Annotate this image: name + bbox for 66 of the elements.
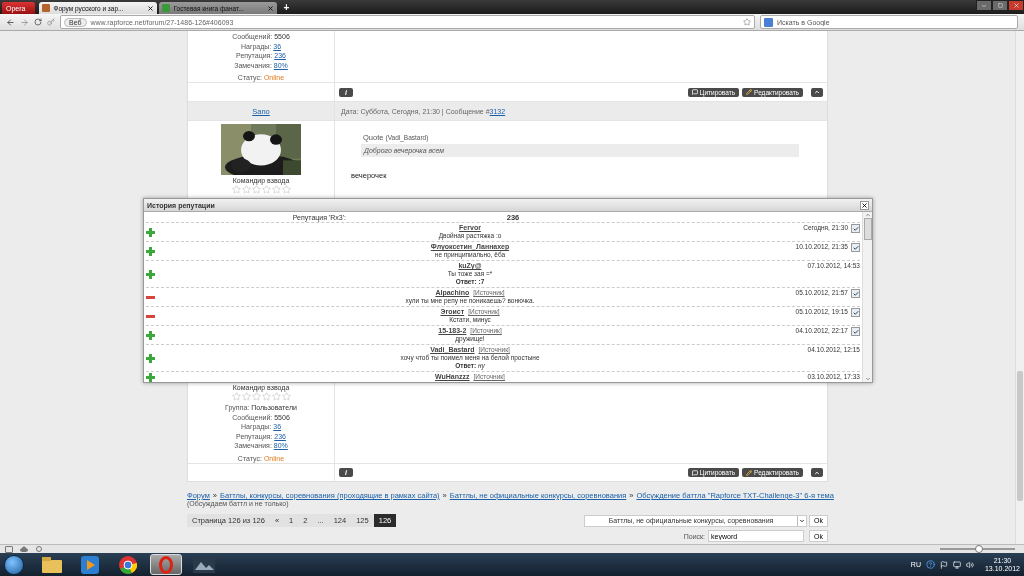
key-icon[interactable] (47, 18, 55, 26)
checkbox[interactable] (851, 224, 860, 233)
star-icon (271, 392, 281, 401)
scroll-up-icon[interactable] (864, 212, 871, 218)
close-button[interactable] (860, 200, 869, 210)
back-icon[interactable] (6, 17, 15, 27)
pencil-icon (746, 89, 753, 95)
scrollbar[interactable] (1015, 31, 1024, 544)
forward-icon[interactable] (20, 17, 29, 27)
opera-icon (159, 555, 173, 574)
star-icon (271, 185, 281, 194)
new-tab-button[interactable]: + (279, 2, 294, 14)
star-icon (261, 185, 271, 194)
chevron-up-icon (814, 89, 820, 95)
minus-icon (146, 295, 155, 299)
bookmark-star-icon[interactable] (743, 18, 751, 26)
speech-bubble-icon (691, 89, 698, 95)
speech-bubble-icon (691, 469, 698, 476)
volume-icon[interactable] (965, 560, 974, 569)
reload-icon[interactable] (34, 18, 42, 26)
chevron-up-icon (814, 469, 820, 476)
star-icon (251, 185, 261, 194)
start-button[interactable] (4, 554, 24, 575)
caret-icon (799, 517, 806, 524)
cloud-icon[interactable] (20, 546, 28, 552)
maximize-icon[interactable] (992, 0, 1008, 11)
flag-icon[interactable] (939, 560, 948, 569)
star-icon (231, 392, 241, 401)
scroll-up-button[interactable] (811, 87, 823, 97)
star-icon (231, 185, 241, 194)
close-icon[interactable] (147, 4, 155, 12)
checkbox[interactable] (851, 289, 860, 298)
minimize-icon[interactable] (976, 0, 992, 11)
network-icon[interactable] (952, 560, 961, 569)
checkbox[interactable] (851, 308, 860, 317)
close-icon[interactable] (1008, 0, 1024, 11)
star-icon (281, 185, 291, 194)
star-icon (241, 185, 251, 194)
turbo-icon[interactable] (35, 546, 43, 552)
star-icon (261, 392, 271, 401)
plus-icon (146, 246, 155, 256)
app-icon (193, 556, 215, 573)
plus-icon (146, 373, 155, 382)
panel-icon[interactable] (5, 545, 13, 553)
star-icon (241, 392, 251, 401)
chrome-icon (119, 555, 137, 574)
plus-icon (146, 330, 155, 340)
site-icon (42, 4, 51, 12)
scrollbar-thumb[interactable] (863, 218, 872, 240)
folder-icon (42, 556, 62, 573)
plus-icon (146, 353, 155, 363)
site-icon (162, 4, 171, 12)
google-icon (764, 17, 773, 27)
plus-icon (146, 269, 155, 279)
pencil-icon (746, 469, 753, 476)
scrollbar[interactable] (862, 212, 872, 382)
minus-icon (146, 314, 155, 318)
close-icon[interactable] (267, 4, 275, 12)
star-icon (281, 392, 291, 401)
scroll-up-button[interactable] (811, 468, 823, 477)
media-player-icon (81, 555, 99, 574)
checkbox[interactable] (851, 243, 860, 252)
plus-icon (146, 227, 155, 237)
checkbox[interactable] (851, 327, 860, 336)
help-icon[interactable] (925, 560, 935, 569)
star-icon (251, 392, 261, 401)
